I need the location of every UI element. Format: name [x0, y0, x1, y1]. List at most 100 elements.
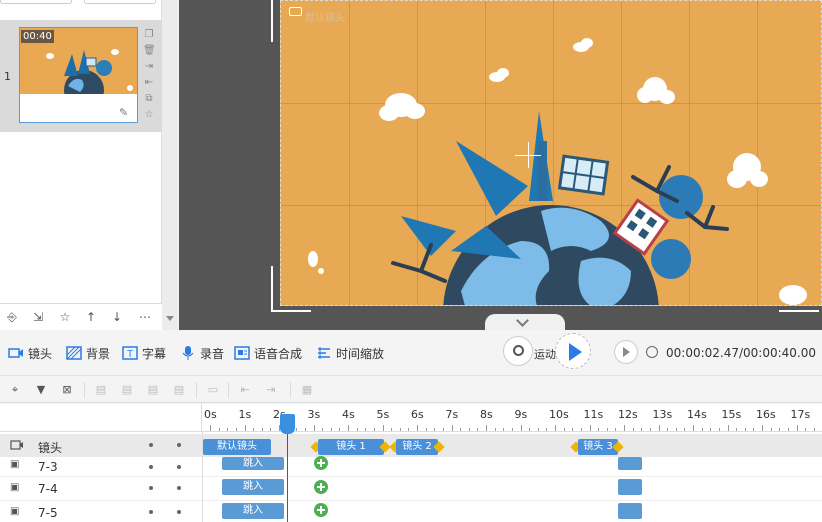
preview-play-icon — [623, 347, 630, 357]
filter-icon[interactable]: ▼ — [34, 383, 48, 397]
align-center-icon[interactable]: ▤ — [120, 383, 134, 397]
track-divider — [202, 432, 203, 522]
ruler-tick — [762, 425, 763, 431]
star-icon[interactable]: ☆ — [56, 308, 74, 326]
ruler-tick-label: 14s — [687, 408, 707, 421]
ruler-minor-tick — [632, 428, 634, 431]
subtitle-button[interactable]: T 字幕 — [122, 344, 166, 362]
track-row[interactable]: ▣ 7-3 — [0, 457, 822, 476]
add-action-icon[interactable] — [314, 503, 328, 517]
time-scale-button[interactable]: 时间缩放 — [316, 344, 384, 362]
lock-dot[interactable] — [177, 486, 181, 490]
visibility-dot[interactable] — [149, 510, 153, 514]
play-button[interactable] — [555, 333, 591, 369]
slide-panel-scrollbar[interactable] — [162, 0, 178, 330]
ruler-minor-tick — [701, 428, 703, 431]
entrance-effect-clip[interactable]: 跳入 — [222, 503, 284, 519]
lock-dot[interactable] — [177, 510, 181, 514]
app-window: 1 00:40 ✎ ❐ 🗑 ⇥ ⇤ ⧉ ☆ ⎆ ⇲ ☆ ↑ ↓ ⋯ 默认镜头 镜… — [0, 0, 822, 522]
background-button[interactable]: 背景 — [66, 344, 110, 362]
playhead-handle[interactable] — [280, 414, 295, 434]
pencil-icon[interactable]: ✎ — [119, 106, 131, 119]
collapse-canvas-button[interactable] — [485, 314, 565, 330]
scroll-down-arrow-icon[interactable] — [166, 316, 174, 321]
arrow-up-icon[interactable]: ↑ — [82, 308, 100, 326]
camera-clip[interactable]: 镜头 1 — [318, 439, 384, 455]
toolbar-divider — [196, 382, 197, 398]
exit-effect-clip[interactable] — [618, 503, 642, 519]
lock-dot[interactable] — [177, 465, 181, 469]
ruler-minor-tick — [477, 428, 479, 431]
slide-panel-toolbar: ⎆ ⇲ ☆ ↑ ↓ ⋯ — [0, 303, 162, 330]
distribute-icon[interactable]: ▤ — [172, 383, 186, 397]
entrance-effect-clip[interactable]: 跳入 — [222, 479, 284, 495]
add-action-icon[interactable] — [314, 456, 328, 470]
toolbar-divider — [290, 382, 291, 398]
move-right-icon[interactable]: ⇥ — [264, 383, 278, 397]
exit-effect-clip[interactable] — [618, 457, 642, 470]
tts-button[interactable]: 语音合成 — [234, 344, 302, 362]
document-icon[interactable]: ▦ — [300, 383, 314, 397]
clear-filter-icon[interactable]: ⊠ — [60, 383, 74, 397]
align-left-icon[interactable]: ▤ — [94, 383, 108, 397]
import-icon[interactable]: ⇤ — [143, 77, 155, 89]
visibility-dot[interactable] — [149, 486, 153, 490]
panel-tab[interactable] — [84, 0, 156, 4]
ruler-minor-tick — [330, 428, 332, 431]
align-top-icon[interactable]: ▭ — [206, 383, 220, 397]
more-icon[interactable]: ⋯ — [136, 308, 154, 326]
lock-dot[interactable] — [177, 443, 181, 447]
tts-label: 语音合成 — [254, 346, 303, 361]
insert-slide-icon[interactable]: ⎆ — [3, 308, 21, 326]
star-icon[interactable]: ☆ — [143, 109, 155, 121]
slide-list-item[interactable]: 1 00:40 ✎ ❐ 🗑 ⇥ ⇤ ⧉ ☆ — [0, 20, 162, 132]
toolbar-divider — [228, 382, 229, 398]
align-right-icon[interactable]: ▤ — [146, 383, 160, 397]
add-action-icon[interactable] — [314, 480, 328, 494]
track-row[interactable]: ▣ 7-5 — [0, 500, 822, 522]
trash-icon[interactable]: 🗑 — [143, 45, 156, 57]
ruler-minor-tick — [442, 428, 444, 431]
camera-clip[interactable]: 镜头 2 — [396, 439, 438, 455]
ruler-minor-tick — [235, 428, 237, 431]
ruler-tick — [244, 425, 246, 431]
camera-button[interactable]: 镜头 — [8, 344, 52, 362]
background-icon — [66, 346, 82, 360]
arrow-down-icon[interactable]: ↓ — [108, 308, 126, 326]
image-element-icon: ▣ — [10, 459, 20, 470]
ruler-minor-tick — [615, 428, 617, 431]
time-scale-icon — [318, 347, 330, 359]
camera-clip[interactable]: 默认镜头 — [203, 439, 271, 455]
time-ruler[interactable]: 0s1s2s3s4s5s6s7s8s9s10s11s12s13s14s15s16… — [202, 404, 822, 432]
copy-icon[interactable]: ❐ — [143, 29, 155, 41]
ruler-minor-tick — [261, 428, 263, 431]
duplicate-icon[interactable]: ⧉ — [143, 93, 155, 105]
exit-effect-clip[interactable] — [618, 479, 642, 495]
ruler-minor-tick — [408, 428, 410, 431]
track-name: 7-4 — [38, 482, 58, 496]
ruler-minor-tick — [710, 428, 712, 431]
preview-button[interactable] — [614, 340, 638, 364]
frame-corner — [779, 266, 819, 312]
ruler-minor-tick — [598, 428, 600, 431]
visibility-dot[interactable] — [149, 443, 153, 447]
ruler-minor-tick — [391, 428, 393, 431]
ruler-minor-tick — [425, 428, 427, 431]
move-left-icon[interactable]: ⇤ — [238, 383, 252, 397]
zoom-motion-button[interactable] — [503, 336, 533, 366]
record-button[interactable]: 录音 — [180, 344, 224, 362]
visibility-dot[interactable] — [149, 465, 153, 469]
track-row[interactable]: ▣ 7-4 — [0, 476, 822, 500]
panel-tab[interactable] — [0, 0, 72, 4]
export-slide-icon[interactable]: ⇲ — [29, 308, 47, 326]
entrance-effect-clip[interactable]: 跳入 — [222, 457, 284, 470]
ruler-tick-label: 8s — [480, 408, 493, 421]
ruler-tick — [382, 425, 384, 431]
svg-text:T: T — [127, 349, 133, 360]
crosshair-icon[interactable]: ⌖ — [8, 383, 22, 397]
slide-canvas[interactable]: 默认镜头 — [280, 0, 822, 306]
slide-thumbnail[interactable]: 00:40 ✎ — [19, 27, 138, 123]
export-icon[interactable]: ⇥ — [143, 61, 155, 73]
subtitle-icon: T — [122, 346, 138, 360]
ruler-tick — [693, 425, 694, 431]
